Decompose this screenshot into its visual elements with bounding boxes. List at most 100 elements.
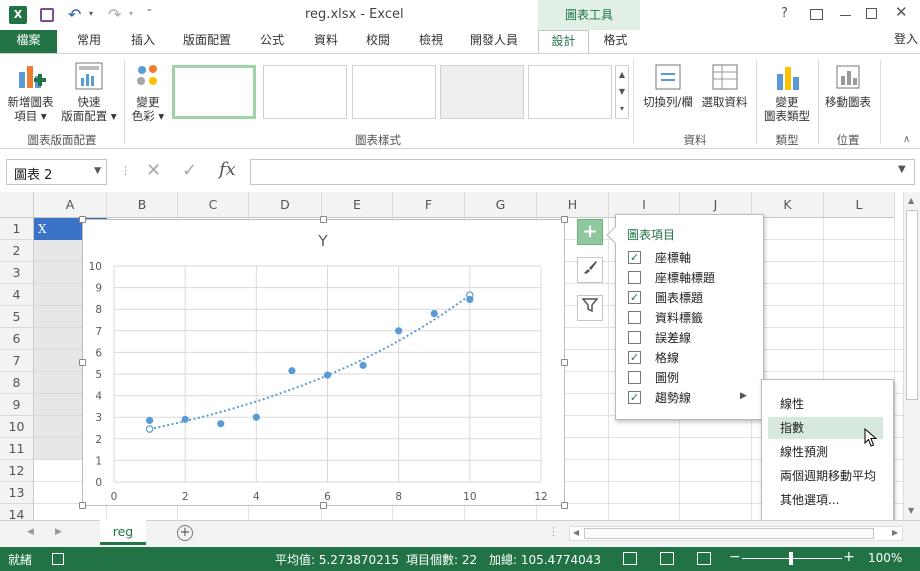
minimize-icon[interactable] <box>840 15 851 16</box>
new-sheet-button[interactable]: + <box>177 525 193 541</box>
row-header-10[interactable]: 10 <box>0 416 34 438</box>
add-chart-element-button[interactable]: 新增圖表 項目 ▾ <box>3 60 58 123</box>
tab-formulas[interactable]: 公式 <box>251 30 293 53</box>
tab-file[interactable]: 檔案 <box>0 30 57 53</box>
menu-item-more-options[interactable]: 其他選項... <box>768 489 883 511</box>
horizontal-scroll-thumb[interactable] <box>584 528 874 539</box>
horizontal-scrollbar[interactable]: ◀ ▶ <box>569 526 903 541</box>
redo-dropdown-icon[interactable]: ▾ <box>129 9 133 18</box>
resize-handle-bottom[interactable] <box>320 502 327 509</box>
trendline-arrow-icon[interactable]: ▶ <box>740 391 747 401</box>
help-icon[interactable]: ? <box>781 6 788 21</box>
prev-sheet-icon[interactable]: ◀ <box>27 527 34 537</box>
row-header-12[interactable]: 12 <box>0 460 34 482</box>
row-header-7[interactable]: 7 <box>0 350 34 372</box>
name-box[interactable]: 圖表 2 ▼ <box>6 159 107 185</box>
resize-handle-bottom-right[interactable] <box>561 502 568 509</box>
page-layout-view-icon[interactable] <box>660 552 674 565</box>
scroll-left-icon[interactable]: ◀ <box>573 528 579 537</box>
chart-style-2[interactable] <box>263 65 347 119</box>
tab-developer[interactable]: 開發人員 <box>463 30 525 53</box>
page-break-view-icon[interactable] <box>697 552 711 565</box>
enter-icon[interactable]: ✓ <box>182 160 197 181</box>
tab-design[interactable]: 設計 <box>538 30 589 53</box>
chart-styles-scroll[interactable]: ▲ ▼ ▾ <box>615 65 629 119</box>
undo-icon[interactable]: ↶ <box>68 5 81 24</box>
maximize-icon[interactable] <box>866 8 877 19</box>
scroll-up-icon[interactable]: ▲ <box>908 196 914 205</box>
row-header-6[interactable]: 6 <box>0 328 34 350</box>
select-data-button[interactable]: 選取資料 <box>697 62 752 109</box>
insert-function-icon[interactable]: fx <box>219 159 236 180</box>
resize-handle-top[interactable] <box>320 216 327 223</box>
vertical-scroll-thumb[interactable] <box>906 210 918 400</box>
menu-item-moving-average[interactable]: 兩個週期移動平均 <box>768 465 883 487</box>
undo-dropdown-icon[interactable]: ▾ <box>89 9 93 18</box>
tab-home[interactable]: 常用 <box>68 30 110 53</box>
row-header-13[interactable]: 13 <box>0 482 34 504</box>
resize-handle-left[interactable] <box>79 359 86 366</box>
chart-style-4[interactable] <box>440 65 524 119</box>
column-header-c[interactable]: C <box>178 192 249 218</box>
normal-view-icon[interactable] <box>623 552 637 565</box>
row-header-5[interactable]: 5 <box>0 306 34 328</box>
customize-qat-icon[interactable]: ⁼ <box>147 8 152 18</box>
checkbox-checked[interactable]: ✓ <box>628 251 641 264</box>
row-header-4[interactable]: 4 <box>0 284 34 306</box>
column-header-f[interactable]: F <box>393 192 465 218</box>
row-header-11[interactable]: 11 <box>0 438 34 460</box>
column-header-e[interactable]: E <box>322 192 393 218</box>
zoom-in-icon[interactable]: + <box>843 549 855 565</box>
cancel-icon[interactable]: ✕ <box>146 160 161 181</box>
tabs-splitter-icon[interactable]: ⋮ <box>548 525 559 538</box>
next-sheet-icon[interactable]: ▶ <box>55 527 62 537</box>
select-all-corner[interactable] <box>0 192 34 218</box>
tab-format[interactable]: 格式 <box>591 30 640 53</box>
menu-item-linear[interactable]: 線性 <box>768 393 883 415</box>
checkbox-unchecked[interactable] <box>628 311 641 324</box>
save-icon[interactable] <box>40 8 54 22</box>
row-header-3[interactable]: 3 <box>0 262 34 284</box>
row-header-9[interactable]: 9 <box>0 394 34 416</box>
tab-view[interactable]: 檢視 <box>410 30 452 53</box>
switch-row-column-button[interactable]: 切換列/欄 <box>638 62 698 109</box>
macro-record-icon[interactable] <box>52 553 64 565</box>
zoom-out-icon[interactable]: − <box>729 549 741 565</box>
checkbox-unchecked[interactable] <box>628 371 641 384</box>
checkbox-checked[interactable]: ✓ <box>628 391 641 404</box>
chart-style-1[interactable] <box>172 65 256 119</box>
scatter-chart[interactable]: Y 0 1 2 3 4 5 6 7 8 9 10 0 2 4 6 8 10 12 <box>79 216 568 509</box>
resize-handle-right[interactable] <box>561 359 568 366</box>
vertical-scrollbar[interactable]: ▲ ▼ <box>903 192 920 520</box>
chart-styles-button[interactable] <box>577 257 603 283</box>
zoom-level[interactable]: 100% <box>868 551 902 565</box>
checkbox-checked[interactable]: ✓ <box>628 291 641 304</box>
redo-icon[interactable]: ↷ <box>108 5 121 24</box>
close-icon[interactable]: ✕ <box>895 3 908 21</box>
chart-filters-button[interactable] <box>577 295 603 321</box>
sign-in-link[interactable]: 登入 <box>894 30 918 47</box>
chart-style-5[interactable] <box>528 65 612 119</box>
row-header-1[interactable]: 1 <box>0 218 34 240</box>
tab-page-layout[interactable]: 版面配置 <box>176 30 238 53</box>
sheet-tab-reg[interactable]: reg <box>100 520 146 545</box>
resize-handle-top-left[interactable] <box>79 216 86 223</box>
resize-handle-bottom-left[interactable] <box>79 502 86 509</box>
scroll-right-icon[interactable]: ▶ <box>892 528 898 537</box>
column-header-d[interactable]: D <box>249 192 322 218</box>
checkbox-unchecked[interactable] <box>628 271 641 284</box>
expand-formula-bar-icon[interactable]: ▼ <box>898 164 906 175</box>
column-header-a[interactable]: A <box>34 192 107 218</box>
checkbox-checked[interactable]: ✓ <box>628 351 641 364</box>
tab-review[interactable]: 校閱 <box>357 30 399 53</box>
chart-style-3[interactable] <box>352 65 436 119</box>
column-header-g[interactable]: G <box>465 192 537 218</box>
column-header-h[interactable]: H <box>537 192 609 218</box>
column-header-b[interactable]: B <box>107 192 178 218</box>
quick-layout-button[interactable]: 快速 版面配置 ▾ <box>58 60 120 123</box>
change-colors-button[interactable]: 變更 色彩 ▾ <box>128 60 168 123</box>
row-header-8[interactable]: 8 <box>0 372 34 394</box>
scroll-down-icon[interactable]: ▼ <box>908 506 914 515</box>
column-header-l[interactable]: L <box>824 192 895 218</box>
collapse-ribbon-icon[interactable]: ∧ <box>903 134 910 145</box>
